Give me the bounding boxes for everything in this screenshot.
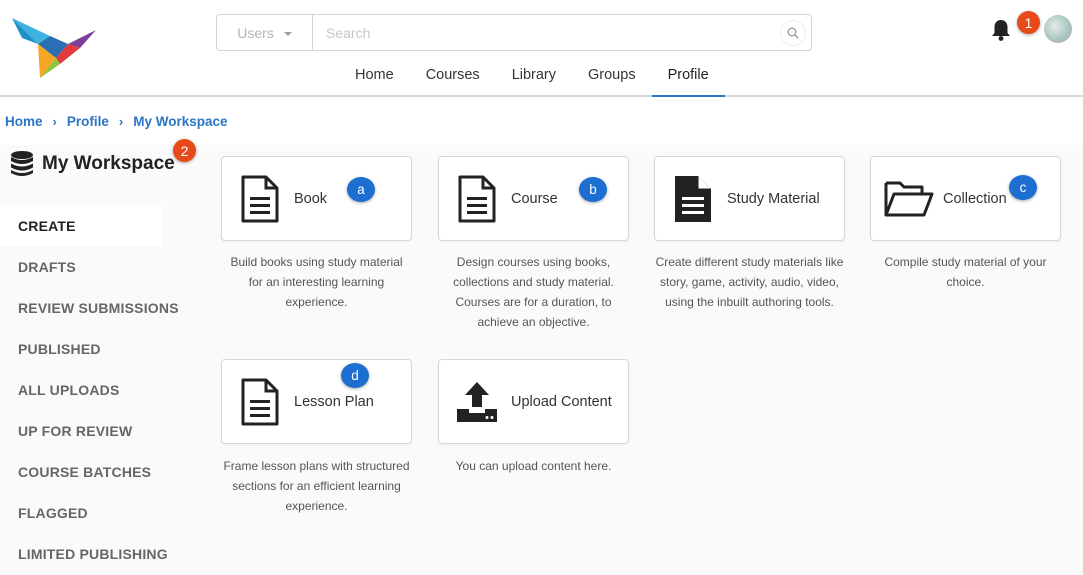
chevron-right-icon: › (118, 114, 124, 129)
create-study-material-card[interactable]: Study Material (654, 156, 845, 241)
desc-line: experience. (285, 295, 348, 309)
menu-published[interactable]: PUBLISHED (0, 328, 200, 369)
desc-line: Frame lesson plans with structured (223, 459, 410, 473)
desc-line: choice. (946, 275, 985, 289)
nav-library[interactable]: Library (496, 58, 572, 97)
bell-icon[interactable] (990, 18, 1012, 42)
menu-course-batches[interactable]: COURSE BATCHES (0, 451, 200, 492)
search-input[interactable] (313, 15, 780, 50)
card-label: Collection (943, 190, 1007, 207)
desc-line: story, game, activity, audio, video, (660, 275, 839, 289)
document-filled-icon (671, 174, 715, 224)
upload-icon (455, 377, 499, 427)
desc-line: for an interesting learning (248, 275, 385, 289)
menu-drafts[interactable]: DRAFTS (0, 246, 200, 287)
workspace-side-menu: CREATE DRAFTS REVIEW SUBMISSIONS PUBLISH… (0, 205, 200, 574)
menu-limited-publishing[interactable]: LIMITED PUBLISHING (0, 533, 200, 574)
desc-line: sections for an efficient learning (232, 479, 401, 493)
nav-home[interactable]: Home (339, 58, 410, 97)
create-book-card[interactable]: Book (221, 156, 412, 241)
avatar[interactable] (1044, 15, 1072, 43)
menu-up-for-review[interactable]: UP FOR REVIEW (0, 410, 200, 451)
callout-badge-a: a (347, 177, 375, 202)
card-description: Compile study material of your choice. (870, 252, 1061, 292)
app-header: Users Home Courses Library Groups Profil… (0, 0, 1083, 97)
create-lesson-plan-card[interactable]: Lesson Plan (221, 359, 412, 444)
create-collection-card[interactable]: Collection (870, 156, 1061, 241)
database-icon (11, 151, 33, 176)
caret-down-icon (283, 31, 292, 36)
main-nav: Home Courses Library Groups Profile (339, 58, 725, 97)
desc-line: Courses are for a duration, to (455, 295, 612, 309)
search-bar: Users (216, 14, 812, 51)
card-description: Frame lesson plans with structured secti… (213, 456, 420, 516)
search-icon[interactable] (780, 20, 806, 46)
card-label: Study Material (727, 190, 820, 207)
breadcrumb-profile[interactable]: Profile (67, 114, 109, 129)
desc-line: Build books using study material (230, 255, 403, 269)
logo-bird-icon[interactable] (10, 14, 100, 80)
card-label: Course (511, 190, 558, 207)
document-outline-icon (238, 174, 282, 224)
desc-line: Create different study materials like (655, 255, 844, 269)
folder-open-icon (884, 174, 934, 224)
menu-review-submissions[interactable]: REVIEW SUBMISSIONS (0, 287, 200, 328)
page-title: My Workspace (10, 150, 175, 178)
card-label: Book (294, 190, 328, 207)
search-filter-label: Users (237, 24, 274, 41)
card-description: Design courses using books, collections … (438, 252, 629, 332)
upload-content-card[interactable]: Upload Content (438, 359, 629, 444)
nav-courses[interactable]: Courses (410, 58, 496, 97)
callout-badge-2: 2 (173, 139, 196, 162)
desc-line: You can upload content here. (455, 459, 612, 473)
menu-flagged[interactable]: FLAGGED (0, 492, 200, 533)
desc-line: experience. (285, 499, 348, 513)
breadcrumb-home[interactable]: Home (5, 114, 43, 129)
callout-badge-b: b (579, 177, 607, 202)
desc-line: Compile study material of your (884, 255, 1047, 269)
card-label: Lesson Plan (294, 393, 374, 410)
search-filter-dropdown[interactable]: Users (217, 15, 313, 50)
card-label: Upload Content (511, 393, 612, 410)
nav-profile[interactable]: Profile (651, 58, 725, 97)
breadcrumb-my-workspace[interactable]: My Workspace (133, 114, 227, 129)
chevron-right-icon: › (52, 114, 57, 129)
callout-badge-c: c (1009, 175, 1037, 200)
card-description: Build books using study material for an … (221, 252, 412, 312)
card-description: You can upload content here. (438, 456, 629, 476)
breadcrumb: Home › Profile › My Workspace (5, 114, 228, 129)
callout-badge-d: d (341, 363, 369, 388)
nav-groups[interactable]: Groups (572, 58, 652, 97)
document-outline-icon (238, 377, 282, 427)
menu-create[interactable]: CREATE (0, 205, 162, 246)
desc-line: Design courses using books, (456, 255, 611, 269)
desc-line: using the inbuilt authoring tools. (665, 295, 834, 309)
workspace-title: My Workspace (42, 153, 175, 174)
card-description: Create different study materials like st… (646, 252, 853, 312)
desc-line: achieve an objective. (477, 315, 590, 329)
callout-badge-1: 1 (1017, 11, 1040, 34)
desc-line: collections and study material. (453, 275, 614, 289)
document-outline-icon (455, 174, 499, 224)
menu-all-uploads[interactable]: ALL UPLOADS (0, 369, 200, 410)
